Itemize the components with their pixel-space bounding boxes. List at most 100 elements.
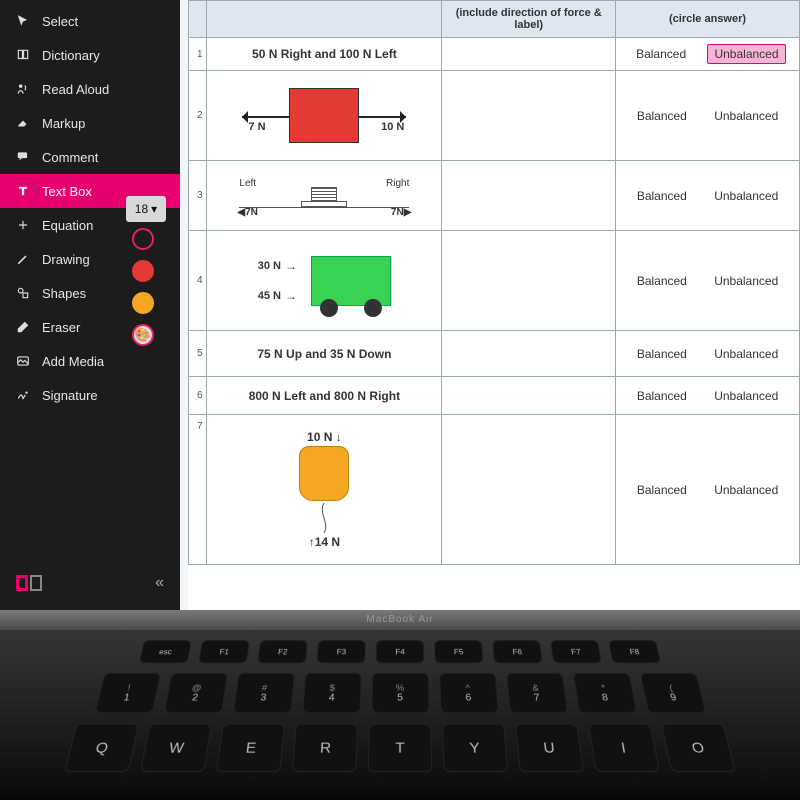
key-f4[interactable]: F4 [376, 640, 425, 663]
key-f6[interactable]: F6 [492, 640, 543, 663]
net-force-cell[interactable] [442, 377, 616, 415]
wheel-icon [320, 299, 338, 317]
key-1[interactable]: !1 [94, 673, 161, 714]
key-4[interactable]: $4 [301, 673, 361, 714]
worksheet-page: (include direction of force & label) (ci… [188, 0, 800, 610]
unbalanced-option[interactable]: Unbalanced [708, 481, 784, 499]
tool-label: Read Aloud [42, 82, 109, 97]
row-number: 2 [189, 71, 207, 161]
key-y[interactable]: Y [442, 723, 508, 772]
tool-signature[interactable]: Signature [0, 378, 180, 412]
key-o[interactable]: O [661, 723, 736, 772]
unbalanced-option[interactable]: Unbalanced [708, 272, 784, 290]
unbalanced-option[interactable]: Unbalanced [708, 187, 784, 205]
answer-cell[interactable]: Balanced Unbalanced [616, 38, 800, 71]
key-f2[interactable]: F2 [257, 640, 308, 663]
swatch-red[interactable] [132, 260, 154, 282]
key-e[interactable]: E [216, 723, 285, 772]
balanced-option[interactable]: Balanced [631, 481, 693, 499]
unbalanced-option[interactable]: Unbalanced [708, 387, 784, 405]
number-row: !1 @2 #3 $4 %5 ^6 &7 *8 (9 [49, 673, 752, 714]
key-esc[interactable]: esc [139, 640, 192, 663]
tool-select[interactable]: Select [0, 4, 180, 38]
tool-label: Signature [42, 388, 98, 403]
key-r[interactable]: R [292, 723, 358, 772]
table-row: 5 75 N Up and 35 N Down Balanced Unbalan… [189, 331, 800, 377]
swatch-orange[interactable] [132, 292, 154, 314]
net-force-cell[interactable] [442, 331, 616, 377]
arrow-right-icon [358, 116, 406, 118]
balanced-option[interactable]: Balanced [631, 345, 693, 363]
row-number: 6 [189, 377, 207, 415]
font-size-selector[interactable]: 18▾ [126, 196, 166, 222]
table-row: 2 7 N 10 N Balanced [189, 71, 800, 161]
answer-cell[interactable]: Balanced Unbalanced [616, 231, 800, 331]
key-8[interactable]: *8 [572, 673, 637, 714]
balanced-option[interactable]: Balanced [631, 387, 693, 405]
shapes-icon [14, 284, 32, 302]
answer-cell[interactable]: Balanced Unbalanced [616, 331, 800, 377]
answer-cell[interactable]: Balanced Unbalanced [616, 161, 800, 231]
net-force-cell[interactable] [442, 415, 616, 565]
row-description: 75 N Up and 35 N Down [207, 331, 442, 377]
balloon-diagram [299, 446, 349, 501]
net-force-cell[interactable] [442, 38, 616, 71]
document-viewport[interactable]: (include direction of force & label) (ci… [180, 0, 800, 610]
net-force-cell[interactable] [442, 231, 616, 331]
key-2[interactable]: @2 [163, 673, 228, 714]
key-f3[interactable]: F3 [316, 640, 366, 663]
force-left-value: ◀7N [237, 207, 258, 218]
eraser-icon [14, 318, 32, 336]
arrow-down-icon: ↓ [336, 430, 342, 444]
tool-label: Markup [42, 116, 85, 131]
key-w[interactable]: W [140, 723, 212, 772]
key-9[interactable]: (9 [639, 673, 706, 714]
tool-read-aloud[interactable]: Read Aloud [0, 72, 180, 106]
net-force-cell[interactable] [442, 161, 616, 231]
key-5[interactable]: %5 [371, 673, 430, 714]
signature-icon [14, 386, 32, 404]
key-f8[interactable]: F8 [608, 640, 661, 663]
tool-add-media[interactable]: Add Media [0, 344, 180, 378]
net-force-cell[interactable] [442, 71, 616, 161]
key-f5[interactable]: F5 [434, 640, 484, 663]
key-6[interactable]: ^6 [439, 673, 499, 714]
tool-comment[interactable]: Comment [0, 140, 180, 174]
table-row: 7 10 N ↓ ↑14 N Balanced Unbalanced [189, 415, 800, 565]
page-view-toggle[interactable] [16, 575, 42, 591]
balanced-option[interactable]: Balanced [631, 107, 693, 125]
fn-row: esc F1 F2 F3 F4 F5 F6 F7 F8 [63, 640, 737, 663]
comment-icon [14, 148, 32, 166]
swatch-outline[interactable] [132, 228, 154, 250]
key-f7[interactable]: F7 [550, 640, 602, 663]
row-number: 3 [189, 161, 207, 231]
key-q[interactable]: Q [64, 723, 139, 772]
tool-label: Text Box [42, 184, 92, 199]
unbalanced-option[interactable]: Unbalanced [708, 107, 784, 125]
pencil-icon [14, 250, 32, 268]
answer-cell[interactable]: Balanced Unbalanced [616, 415, 800, 565]
tool-dictionary[interactable]: Dictionary [0, 38, 180, 72]
collapse-sidebar-button[interactable]: « [155, 574, 164, 592]
key-7[interactable]: &7 [505, 673, 567, 714]
key-3[interactable]: #3 [232, 673, 294, 714]
balanced-option[interactable]: Balanced [630, 45, 692, 63]
row-description: 800 N Left and 800 N Right [207, 377, 442, 415]
balanced-option[interactable]: Balanced [631, 272, 693, 290]
answer-cell[interactable]: Balanced Unbalanced [616, 377, 800, 415]
answer-cell[interactable]: Balanced Unbalanced [616, 71, 800, 161]
tool-markup[interactable]: Markup [0, 106, 180, 140]
force-down-label: 10 N ↓ [307, 430, 342, 444]
key-i[interactable]: I [588, 723, 660, 772]
force-top-label: 30 N [258, 260, 281, 272]
arrow-left-icon [242, 116, 290, 118]
key-u[interactable]: U [515, 723, 584, 772]
key-t[interactable]: T [368, 723, 433, 772]
unbalanced-option[interactable]: Unbalanced [707, 44, 785, 64]
highlight-icon [14, 114, 32, 132]
balanced-option[interactable]: Balanced [631, 187, 693, 205]
arrow-right-icon: → [285, 259, 297, 273]
key-f1[interactable]: F1 [198, 640, 250, 663]
unbalanced-option[interactable]: Unbalanced [708, 345, 784, 363]
palette-button[interactable]: 🎨 [132, 324, 154, 346]
